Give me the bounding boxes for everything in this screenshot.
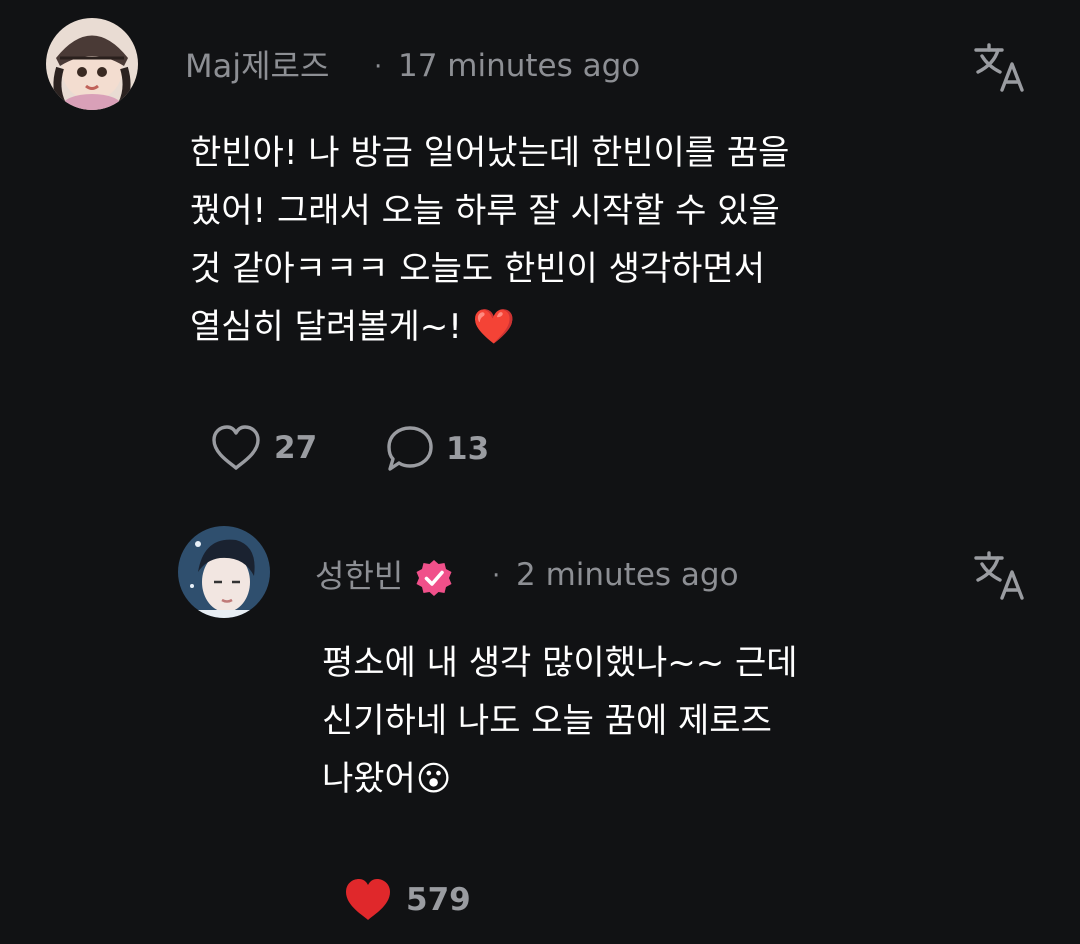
commenter-avatar[interactable] [46, 18, 138, 110]
translate-icon [974, 43, 1024, 92]
comment-like-button[interactable]: 27 [210, 424, 317, 472]
comment-text: 한빈아! 나 방금 일어났는데 한빈이를 꿈을 꿨어! 그래서 오늘 하루 잘 … [190, 133, 790, 347]
comment-like-count: 27 [274, 429, 318, 466]
comment-author[interactable]: Maj제로즈 [185, 50, 329, 82]
reply-like-count: 579 [406, 881, 471, 918]
translate-icon [974, 551, 1024, 600]
translate-button[interactable] [972, 40, 1028, 96]
reply-timestamp: 2 minutes ago [516, 557, 739, 593]
reply-like-button[interactable]: 579 [342, 876, 471, 924]
reply-author-name: 성한빈 [315, 557, 404, 595]
heart-outline-icon [212, 425, 260, 470]
separator-dot: · [492, 561, 501, 591]
reply-text: 평소에 내 생각 많이했나~~ 근데 신기하네 나도 오늘 꿈에 제로즈 나왔어… [322, 643, 798, 799]
heart-filled-icon [346, 879, 390, 920]
user-avatar-icon [46, 18, 138, 110]
user-avatar-icon [178, 526, 270, 618]
verified-badge-icon [416, 560, 451, 596]
comment-reply-button[interactable]: 13 [386, 424, 489, 474]
comment-timestamp: 17 minutes ago [398, 48, 641, 84]
comment-reply-count: 13 [446, 430, 490, 467]
speech-bubble-icon [387, 426, 433, 471]
replier-avatar[interactable] [178, 526, 270, 618]
reply-author[interactable]: 성한빈 [315, 558, 454, 598]
separator-dot: · [374, 52, 383, 82]
translate-button[interactable] [972, 548, 1028, 604]
